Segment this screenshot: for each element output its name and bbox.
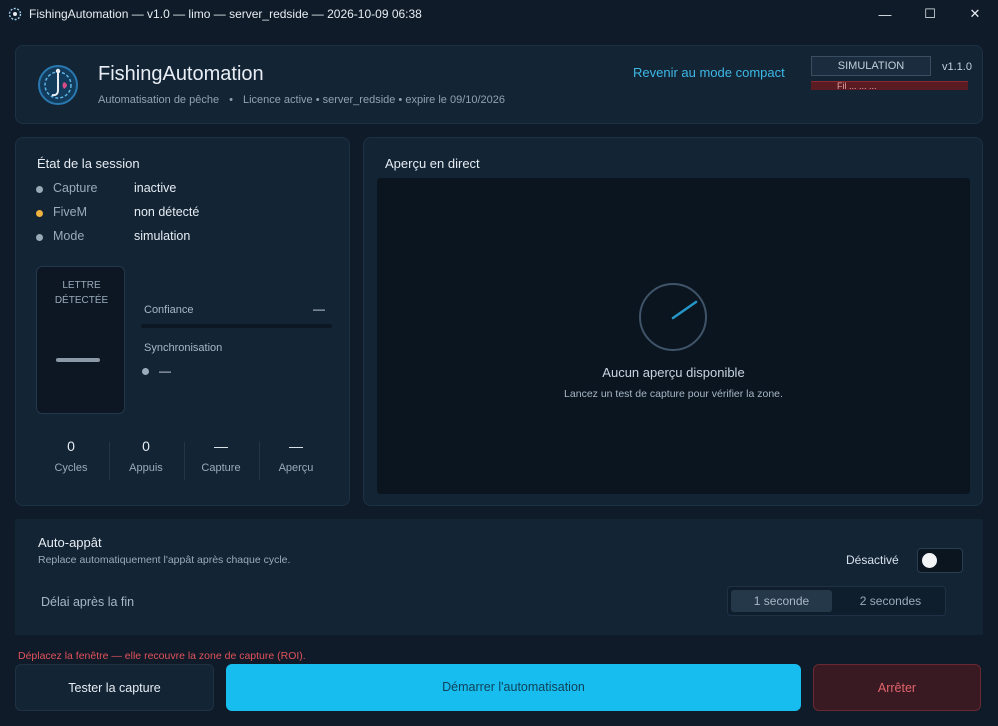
- sync-label: Synchronisation: [144, 342, 223, 354]
- status-dot: [36, 210, 43, 217]
- roi-warning: Déplacez la fenêtre — elle recouvre la z…: [18, 650, 306, 662]
- alert-strip: Fil ... ... ...: [811, 81, 968, 90]
- toggle-knob: [922, 553, 937, 568]
- maximize-button[interactable]: ☐: [907, 0, 953, 28]
- fishing-logo-icon: [38, 65, 78, 105]
- subtitle-separator: •: [229, 94, 233, 106]
- confidence-bar: [141, 324, 332, 328]
- start-automation-button[interactable]: Démarrer l'automatisation: [226, 664, 801, 711]
- status-key: FiveM: [53, 205, 88, 219]
- stat-preview: — Aperçu: [259, 438, 333, 474]
- compact-mode-link[interactable]: Revenir au mode compact: [633, 65, 785, 80]
- stat-label: Aperçu: [278, 462, 314, 474]
- loading-spinner-icon: [639, 283, 707, 351]
- version-label: v1.1.0: [942, 61, 972, 73]
- delay-option-2s[interactable]: 2 secondes: [838, 590, 943, 612]
- delay-label: Délai après la fin: [41, 595, 135, 609]
- minimize-button[interactable]: —: [862, 0, 908, 28]
- auto-bait-toggle[interactable]: [917, 548, 963, 573]
- status-value: non détecté: [134, 205, 200, 219]
- confidence-label: Confiance: [144, 304, 194, 316]
- delay-option-1s[interactable]: 1 seconde: [731, 590, 832, 612]
- preview-title: Aperçu en direct: [385, 156, 480, 171]
- sync-value: —: [159, 364, 171, 378]
- header-card: FishingAutomation Automatisation de pêch…: [15, 45, 983, 124]
- status-dot: [36, 234, 43, 241]
- test-capture-button[interactable]: Tester la capture: [15, 664, 214, 711]
- letter-label-line-1: LETTRE: [62, 280, 101, 291]
- license-info: Licence active • server_redside • expire…: [242, 94, 506, 106]
- status-key: Mode: [53, 229, 85, 243]
- auto-bait-section: Auto-appât Replace automatiquement l'app…: [15, 519, 983, 635]
- status-value: inactive: [134, 181, 177, 195]
- session-title: État de la session: [37, 156, 140, 171]
- letter-label-line-2: DÉTECTÉE: [54, 295, 109, 306]
- app-subtitle: Automatisation de pêche • Licence active •…: [98, 94, 505, 106]
- sync-dot: [142, 368, 149, 375]
- window-title: FishingAutomation — v1.0 — limo — server…: [29, 7, 422, 21]
- detected-letter-box: LETTRE DÉTECTÉE: [36, 266, 125, 414]
- status-dot: [36, 186, 43, 193]
- delay-selector: 1 seconde 2 secondes: [727, 586, 946, 616]
- close-button[interactable]: ✕: [952, 0, 998, 28]
- preview-area: Aucun aperçu disponible Lancez un test d…: [377, 178, 970, 494]
- stat-presses: 0 Appuis: [109, 438, 183, 474]
- live-preview-card: Aperçu en direct Aucun aperçu disponible…: [363, 137, 983, 506]
- stat-value: —: [214, 438, 228, 454]
- app-icon: [8, 7, 22, 21]
- window-titlebar: FishingAutomation — v1.0 — limo — server…: [0, 0, 998, 28]
- stat-value: —: [289, 438, 303, 454]
- stat-value: 0: [67, 438, 75, 454]
- session-card: État de la session Capture inactive Five…: [15, 137, 350, 506]
- no-preview-title: Aucun aperçu disponible: [602, 365, 745, 380]
- no-preview-hint: Lancez un test de capture pour vérifier …: [564, 388, 783, 400]
- stat-label: Appuis: [129, 462, 163, 474]
- auto-bait-description: Replace automatiquement l'appât après ch…: [38, 554, 291, 566]
- stat-label: Cycles: [54, 462, 88, 474]
- status-value: simulation: [134, 229, 191, 243]
- detected-letter-label: LETTRE DÉTECTÉE: [37, 278, 126, 308]
- stat-value: 0: [142, 438, 150, 454]
- auto-bait-state-label: Désactivé: [846, 553, 899, 567]
- mode-badge: SIMULATION: [811, 56, 931, 76]
- stat-cycles: 0 Cycles: [34, 438, 108, 474]
- status-key: Capture: [53, 181, 98, 195]
- auto-bait-title: Auto-appât: [38, 535, 102, 550]
- subtitle-purpose: Automatisation de pêche: [98, 94, 220, 106]
- detected-letter-placeholder: [56, 358, 100, 362]
- stat-label: Capture: [201, 462, 241, 474]
- stat-capture: — Capture: [184, 438, 258, 474]
- confidence-value: —: [313, 302, 325, 316]
- app-name: FishingAutomation: [98, 63, 264, 85]
- stop-button[interactable]: Arrêter: [813, 664, 981, 711]
